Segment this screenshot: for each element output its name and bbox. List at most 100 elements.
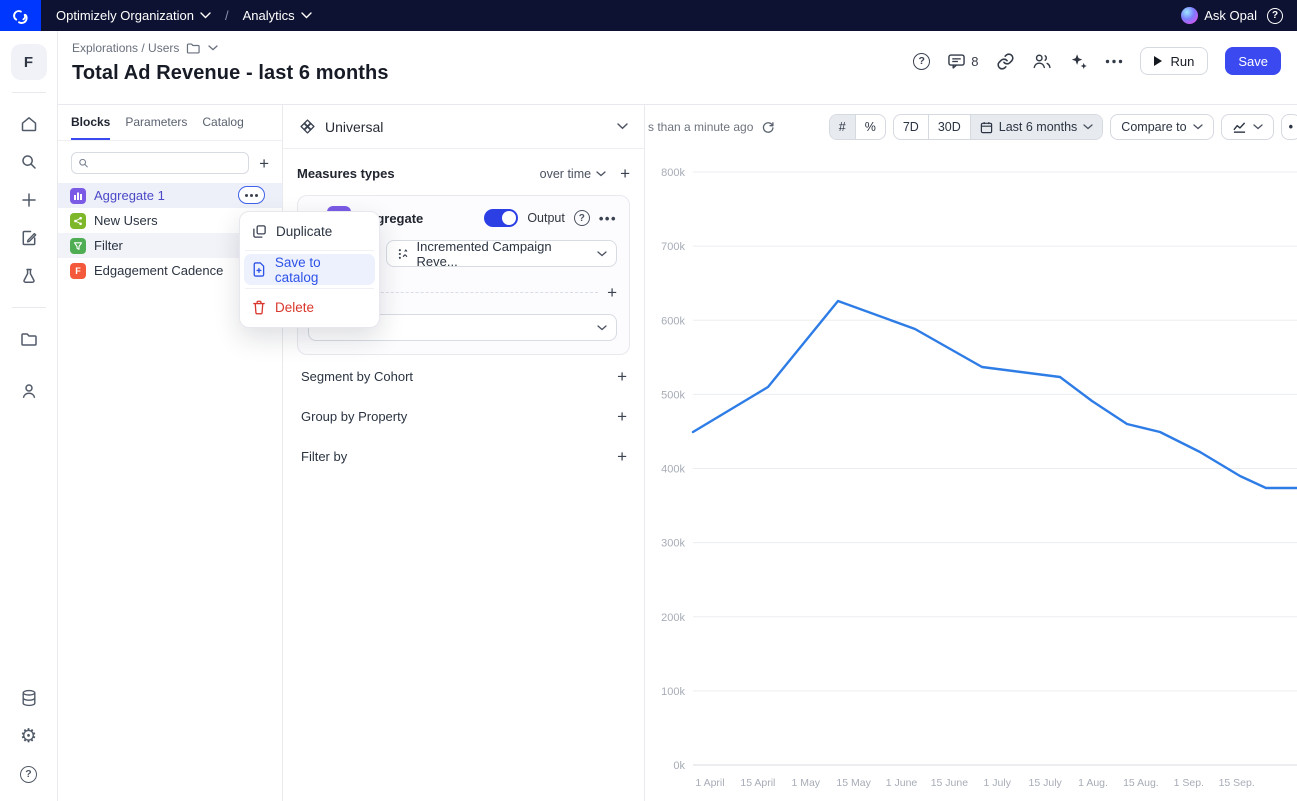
ask-opal-button[interactable]: Ask Opal	[1181, 7, 1257, 24]
date-range-switch: 7D 30D Last 6 months	[893, 114, 1103, 140]
aggregate-block-icon	[70, 188, 86, 204]
run-label: Run	[1171, 54, 1195, 69]
question-icon: ?	[20, 766, 37, 783]
optimizely-logo[interactable]	[0, 0, 41, 31]
run-button[interactable]: Run	[1140, 47, 1209, 75]
help-icon[interactable]: ?	[1267, 8, 1283, 24]
home-icon	[19, 114, 39, 134]
x-tick-label: 1 Aug.	[1078, 777, 1108, 789]
save-button[interactable]: Save	[1225, 47, 1281, 75]
org-switcher[interactable]: Optimizely Organization	[56, 8, 211, 23]
menu-item-delete[interactable]: Delete	[244, 292, 375, 323]
refresh-icon[interactable]	[761, 120, 775, 134]
ai-insights-button[interactable]	[1069, 52, 1088, 71]
x-tick-label: 1 Sep.	[1174, 777, 1204, 789]
tab-blocks[interactable]: Blocks	[71, 115, 110, 140]
config-panel: Universal Measures types over time +	[283, 105, 645, 801]
measure-value: Incremented Campaign Reve...	[417, 239, 591, 269]
add-measure-button[interactable]: +	[620, 165, 630, 182]
over-time-selector[interactable]: over time	[540, 167, 606, 181]
numeric-format-button[interactable]: #	[830, 115, 855, 139]
folder-icon[interactable]	[186, 42, 201, 55]
breadcrumb[interactable]: Explorations / Users	[72, 41, 179, 55]
section-label: Group by Property	[301, 409, 407, 424]
comments-button[interactable]: 8	[947, 53, 978, 70]
x-tick-label: 15 Aug.	[1123, 777, 1159, 789]
edit-document-icon	[19, 228, 39, 248]
y-tick-label: 600k	[661, 315, 685, 327]
range-custom-button[interactable]: Last 6 months	[970, 115, 1103, 139]
add-block-button[interactable]: +	[259, 155, 269, 172]
profile-button[interactable]	[10, 372, 48, 410]
range-30d-button[interactable]: 30D	[928, 115, 970, 139]
value-format-switch: # %	[829, 114, 886, 140]
compare-to-button[interactable]: Compare to	[1110, 114, 1213, 140]
menu-item-label: Save to catalog	[275, 255, 367, 285]
opal-orb-icon	[1181, 7, 1198, 24]
blocks-panel: Blocks Parameters Catalog +	[58, 105, 283, 801]
workspace-avatar[interactable]: F	[11, 44, 47, 80]
toolbar-overflow-button[interactable]: •	[1281, 114, 1297, 140]
block-item-aggregate-1[interactable]: Aggregate 1	[58, 183, 282, 208]
chevron-down-icon	[617, 123, 628, 130]
chevron-down-icon[interactable]	[208, 45, 218, 51]
home-button[interactable]	[10, 105, 48, 143]
add-condition-button[interactable]: +	[607, 284, 617, 301]
data-source-selector[interactable]: Universal	[283, 105, 644, 149]
help-button[interactable]: ?	[10, 755, 48, 793]
blocks-search-input[interactable]	[94, 156, 242, 170]
copy-link-button[interactable]	[996, 52, 1015, 71]
more-actions-button[interactable]	[1105, 59, 1123, 64]
chevron-down-icon	[597, 325, 607, 331]
chart-type-button[interactable]	[1221, 114, 1274, 140]
y-tick-label: 700k	[661, 241, 685, 253]
divider	[12, 92, 46, 93]
folder-icon	[19, 329, 39, 349]
left-icon-rail: F ⚙ ?	[0, 31, 58, 801]
tab-catalog[interactable]: Catalog	[202, 115, 243, 140]
block-item-menu-button[interactable]	[238, 186, 265, 204]
folders-button[interactable]	[10, 320, 48, 358]
person-icon	[19, 381, 39, 401]
duplicate-icon	[252, 224, 267, 239]
x-tick-label: 1 July	[984, 777, 1012, 789]
chevron-down-icon	[200, 12, 211, 19]
blocks-library-button[interactable]	[10, 257, 48, 295]
menu-item-duplicate[interactable]: Duplicate	[244, 216, 375, 247]
info-icon[interactable]: ?	[574, 210, 590, 226]
explorations-button[interactable]	[10, 219, 48, 257]
compare-to-label: Compare to	[1121, 120, 1186, 134]
trash-icon	[252, 300, 266, 315]
y-tick-label: 800k	[661, 167, 685, 179]
search-icon	[19, 152, 39, 172]
chart-toolbar: # % 7D 30D Last 6 months	[829, 114, 1289, 140]
comment-icon	[947, 53, 966, 70]
line-chart-icon	[1232, 121, 1247, 134]
block-card-menu-button[interactable]: •••	[599, 211, 617, 226]
add-group-button[interactable]: +	[617, 408, 627, 425]
chevron-down-icon	[1193, 124, 1203, 130]
measure-select[interactable]: Incremented Campaign Reve...	[386, 240, 617, 267]
search-button[interactable]	[10, 143, 48, 181]
share-button[interactable]	[1032, 52, 1052, 70]
help-icon[interactable]: ?	[913, 53, 930, 70]
percent-format-button[interactable]: %	[855, 115, 885, 139]
org-name: Optimizely Organization	[56, 8, 194, 23]
create-new-button[interactable]	[10, 181, 48, 219]
data-sources-button[interactable]	[10, 679, 48, 717]
block-item-label: Edgagement Cadence	[94, 263, 223, 278]
app-name: Analytics	[243, 8, 295, 23]
tab-parameters[interactable]: Parameters	[125, 115, 187, 140]
chevron-down-icon	[1253, 124, 1263, 130]
add-filter-button[interactable]: +	[617, 448, 627, 465]
app-switcher[interactable]: Analytics	[243, 8, 312, 23]
calendar-icon	[980, 121, 993, 134]
menu-item-save-to-catalog[interactable]: Save to catalog	[244, 254, 375, 285]
revenue-line-chart: 800k700k600k500k400k300k200k100k0k1 Apri…	[645, 149, 1297, 800]
blocks-search[interactable]	[71, 152, 249, 174]
output-toggle[interactable]	[484, 209, 518, 227]
range-7d-button[interactable]: 7D	[894, 115, 928, 139]
y-tick-label: 400k	[661, 464, 685, 476]
add-segment-button[interactable]: +	[617, 368, 627, 385]
settings-button[interactable]: ⚙	[10, 717, 48, 755]
